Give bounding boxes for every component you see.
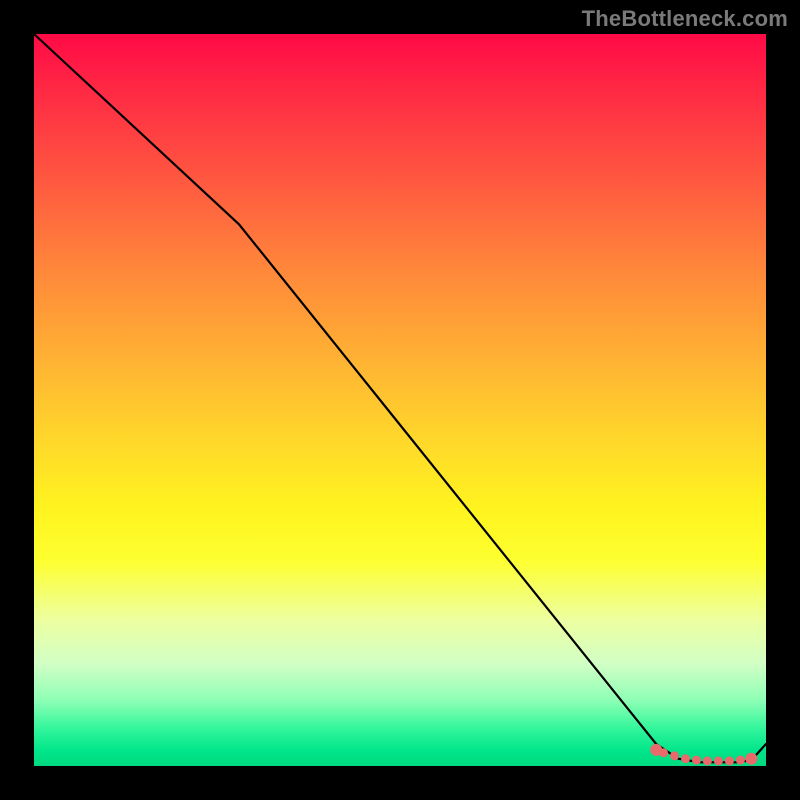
marker-dot [692, 756, 701, 765]
marker-dot [670, 751, 679, 760]
chart-frame: TheBottleneck.com [0, 0, 800, 800]
marker-dot [714, 756, 723, 765]
curve-line [34, 34, 766, 762]
marker-dot [725, 756, 734, 765]
watermark-text: TheBottleneck.com [582, 6, 788, 32]
chart-overlay [34, 34, 766, 766]
marker-dot [681, 754, 690, 763]
marker-dot [736, 756, 745, 765]
marker-dot [659, 748, 668, 757]
marker-dot [703, 756, 712, 765]
plot-area [34, 34, 766, 766]
marker-dot [745, 753, 757, 765]
marker-group [650, 744, 757, 766]
